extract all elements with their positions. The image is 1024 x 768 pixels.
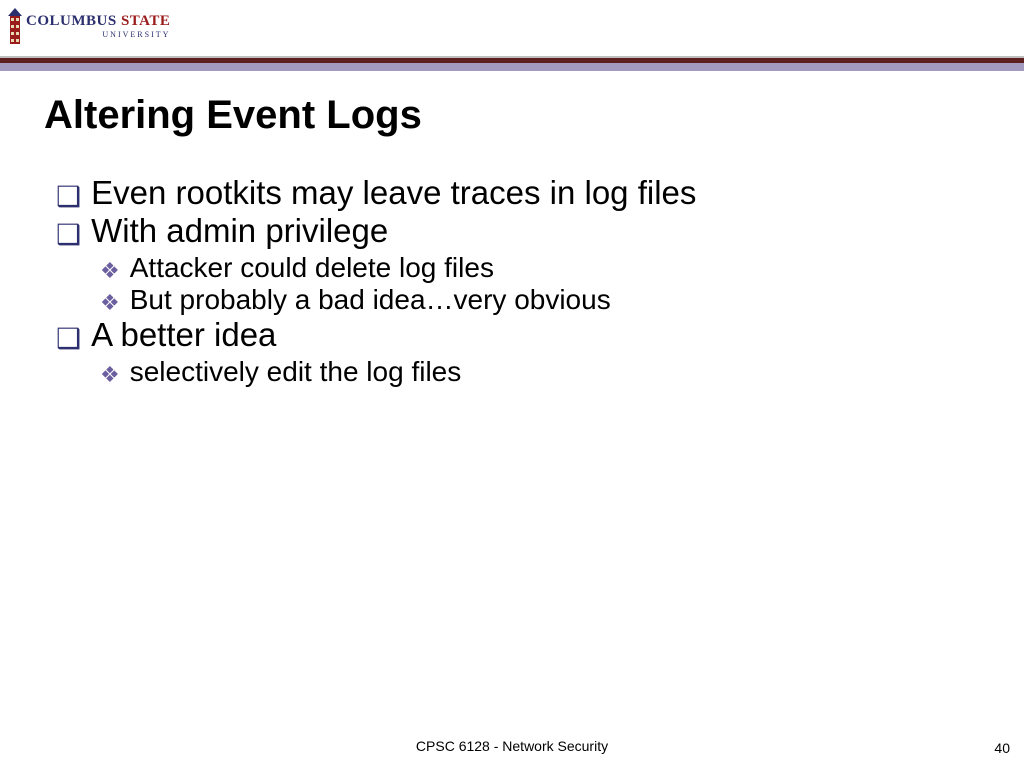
diamond-bullet-icon: ❖	[100, 260, 120, 282]
diamond-bullet-icon: ❖	[100, 364, 120, 386]
logo-tower-icon	[8, 8, 22, 44]
square-bullet-icon: ❑	[56, 183, 81, 211]
diamond-bullet-icon: ❖	[100, 292, 120, 314]
footer-course-label: CPSC 6128 - Network Security	[0, 738, 1024, 754]
bullet-level2: ❖ Attacker could delete log files	[100, 252, 1024, 284]
slide: COLUMBUS STATE UNIVERSITY Altering Event…	[0, 0, 1024, 768]
bullet-level2: ❖ But probably a bad idea…very obvious	[100, 284, 1024, 316]
logo-text: COLUMBUS STATE UNIVERSITY	[26, 14, 170, 39]
bullet-text: selectively edit the log files	[130, 356, 462, 388]
square-bullet-icon: ❑	[56, 325, 81, 353]
bullet-text: Even rootkits may leave traces in log fi…	[91, 174, 696, 212]
header-rules	[0, 56, 1024, 71]
logo-word-1: COLUMBUS	[26, 13, 121, 29]
bullet-level1: ❑ A better idea	[56, 316, 1024, 354]
bullet-text: But probably a bad idea…very obvious	[130, 284, 611, 316]
bullet-text: A better idea	[91, 316, 276, 354]
bullet-level2: ❖ selectively edit the log files	[100, 356, 1024, 388]
slide-title: Altering Event Logs	[44, 93, 1024, 138]
logo-subtext: UNIVERSITY	[26, 31, 170, 39]
bullet-text: Attacker could delete log files	[130, 252, 494, 284]
slide-content: ❑ Even rootkits may leave traces in log …	[0, 174, 1024, 388]
footer-page-number: 40	[994, 740, 1010, 756]
square-bullet-icon: ❑	[56, 221, 81, 249]
university-logo: COLUMBUS STATE UNIVERSITY	[8, 4, 170, 48]
slide-header: COLUMBUS STATE UNIVERSITY	[0, 0, 1024, 56]
bullet-text: With admin privilege	[91, 212, 388, 250]
logo-word-2: STATE	[121, 13, 170, 29]
bullet-level1: ❑ Even rootkits may leave traces in log …	[56, 174, 1024, 212]
bullet-level1: ❑ With admin privilege	[56, 212, 1024, 250]
